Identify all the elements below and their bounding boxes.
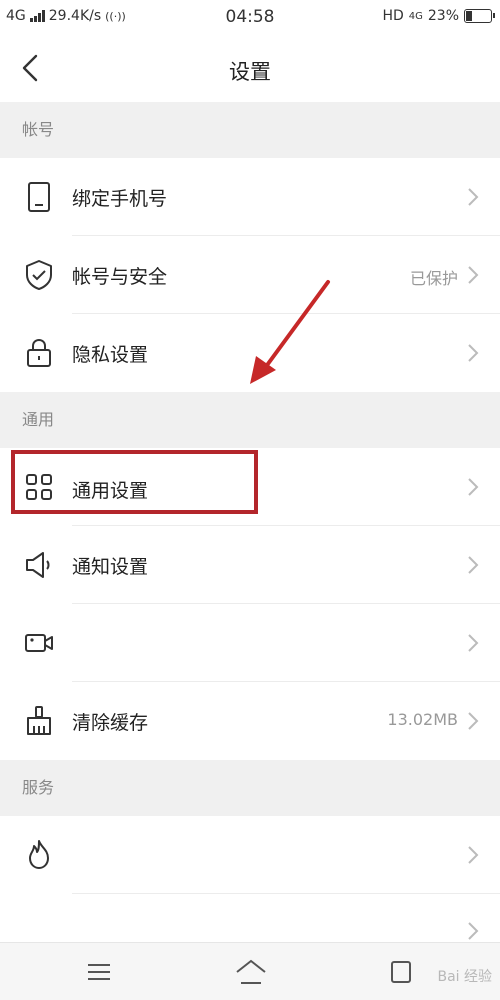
row-label: 帐号与安全: [72, 266, 168, 288]
section-header-service: 服务: [0, 760, 500, 816]
hd-label: HD: [382, 8, 404, 24]
annotation-highlight-box: [11, 450, 258, 514]
broom-icon: [27, 706, 51, 735]
section-header-account: 帐号: [0, 102, 500, 158]
section-header-general: 通用: [0, 392, 500, 448]
chevron-right-icon: [468, 712, 479, 730]
chevron-right-icon: [468, 478, 479, 496]
page-title: 设置: [229, 60, 271, 84]
lock-icon: [27, 338, 51, 367]
chevron-right-icon: [468, 634, 479, 652]
row-label: 绑定手机号: [72, 188, 168, 210]
row-label: 隐私设置: [72, 344, 149, 366]
row-value: 13.02MB: [387, 710, 458, 729]
back-nav-icon: [391, 961, 411, 983]
chevron-right-icon: [468, 922, 479, 940]
row-video-settings[interactable]: [0, 604, 500, 682]
menu-button[interactable]: [84, 957, 114, 987]
system-nav-bar: Bai 经验: [0, 942, 500, 1000]
row-account-security[interactable]: 帐号与安全 已保护: [0, 236, 500, 314]
row-privacy-settings[interactable]: 隐私设置: [0, 314, 500, 392]
flame-icon: [29, 840, 49, 869]
speaker-icon: [26, 552, 50, 578]
row-notification-settings[interactable]: 通知设置: [0, 526, 500, 604]
battery-percent: 23%: [427, 8, 459, 24]
chevron-right-icon: [468, 344, 479, 362]
row-service-1[interactable]: [0, 816, 500, 894]
hd-network: 4G: [408, 10, 423, 22]
row-clear-cache[interactable]: 清除缓存 13.02MB: [0, 682, 500, 760]
battery-icon: [464, 9, 495, 23]
row-label: 清除缓存: [72, 712, 149, 734]
watermark: Bai 经验: [437, 969, 492, 985]
status-bar: 4G 29.4K/s ((·)) 04:58 HD 4G 23%: [0, 0, 500, 36]
shield-check-icon: [26, 260, 52, 290]
chevron-right-icon: [468, 266, 479, 284]
chevron-right-icon: [468, 188, 479, 206]
chevron-right-icon: [468, 556, 479, 574]
row-value: 已保护: [409, 269, 458, 288]
phone-icon: [28, 182, 50, 212]
row-service-2[interactable]: [0, 894, 500, 942]
row-label: 通知设置: [72, 556, 149, 578]
menu-icon: [88, 964, 110, 980]
row-bind-phone[interactable]: 绑定手机号: [0, 158, 500, 236]
status-right: HD 4G 23%: [382, 8, 495, 24]
home-icon: [236, 959, 266, 984]
chevron-right-icon: [468, 846, 479, 864]
video-camera-icon: [25, 634, 53, 652]
back-nav-button[interactable]: [386, 957, 416, 987]
nav-bar: 设置: [0, 36, 500, 102]
home-button[interactable]: [234, 957, 266, 987]
